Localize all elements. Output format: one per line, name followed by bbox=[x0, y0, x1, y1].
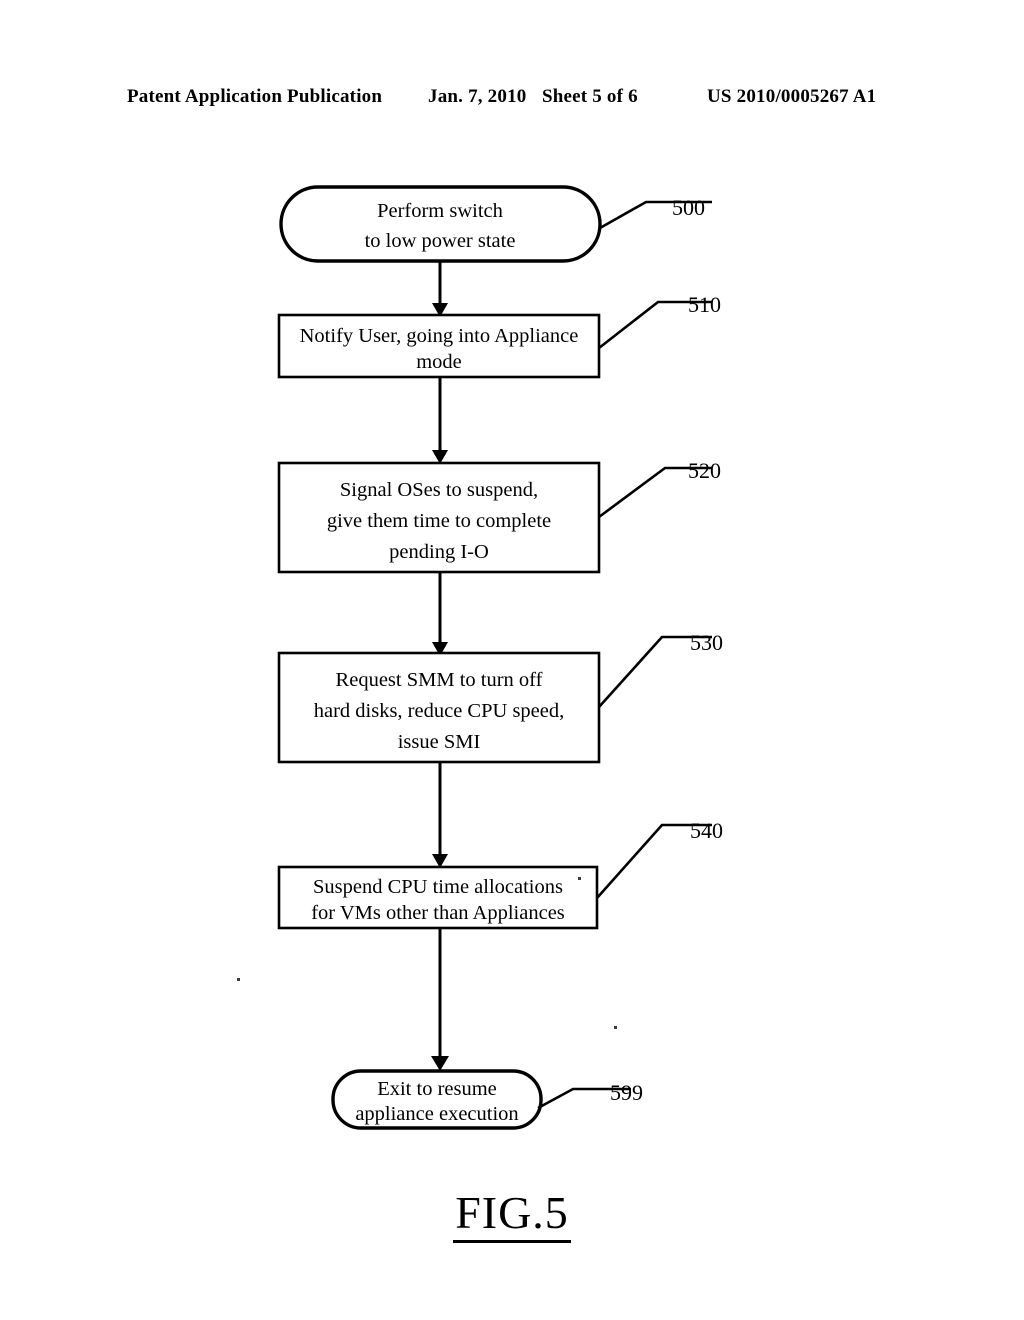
ref-number-520: 520 bbox=[688, 458, 721, 483]
connector-500-510 bbox=[432, 261, 448, 317]
flow-node-520: Signal OSes to suspend, give them time t… bbox=[277, 461, 601, 574]
scan-speck-left bbox=[237, 978, 240, 981]
ref-number-599: 599 bbox=[610, 1080, 643, 1105]
flow-node-500: Perform switch to low power state bbox=[279, 185, 602, 263]
node-599-line-1: Exit to resume bbox=[377, 1078, 497, 1100]
leader-500: 500 bbox=[599, 195, 712, 230]
node-540-line-2: for VMs other than Appliances bbox=[311, 902, 565, 924]
connector-510-520 bbox=[432, 377, 448, 464]
connector-540-599-arrowhead bbox=[431, 1056, 449, 1071]
scan-speck-mid bbox=[578, 877, 581, 880]
node-500-line-1: Perform switch bbox=[377, 200, 503, 222]
ref-number-500: 500 bbox=[672, 195, 705, 220]
ref-number-510: 510 bbox=[688, 292, 721, 317]
node-520-line-3: pending I-O bbox=[389, 541, 489, 563]
flow-node-510: Notify User, going into Appliance mode bbox=[277, 313, 601, 379]
node-520-line-1: Signal OSes to suspend, bbox=[340, 479, 538, 501]
node-510-line-1: Notify User, going into Appliance bbox=[300, 325, 579, 347]
connector-530-540 bbox=[432, 762, 448, 868]
flowchart: Perform switch to low power state 500 No… bbox=[0, 0, 1024, 1320]
flow-node-530: Request SMM to turn off hard disks, redu… bbox=[277, 651, 601, 764]
leader-520: 520 bbox=[598, 458, 721, 519]
node-500-line-2: to low power state bbox=[365, 230, 516, 252]
leader-530: 530 bbox=[598, 630, 723, 708]
patent-page: Patent Application Publication Jan. 7, 2… bbox=[0, 0, 1024, 1320]
scan-speck-right bbox=[614, 1026, 617, 1029]
node-540-line-1: Suspend CPU time allocations bbox=[313, 876, 563, 898]
node-520-line-2: give them time to complete bbox=[327, 510, 551, 532]
node-530-line-1: Request SMM to turn off bbox=[336, 669, 543, 691]
node-530-line-3: issue SMI bbox=[398, 731, 481, 753]
flow-node-540: Suspend CPU time allocations for VMs oth… bbox=[277, 865, 599, 930]
node-510-line-2: mode bbox=[416, 351, 462, 373]
connector-540-599 bbox=[431, 928, 449, 1071]
leader-599: 599 bbox=[537, 1080, 643, 1110]
figure-caption-wrap: FIG.5 bbox=[0, 1186, 1024, 1243]
leader-510: 510 bbox=[598, 292, 721, 350]
node-530-line-2: hard disks, reduce CPU speed, bbox=[314, 700, 565, 722]
ref-number-540: 540 bbox=[690, 818, 723, 843]
leader-540: 540 bbox=[596, 818, 723, 899]
ref-number-530: 530 bbox=[690, 630, 723, 655]
flow-node-599: Exit to resume appliance execution bbox=[331, 1069, 543, 1130]
node-599-line-2: appliance execution bbox=[355, 1103, 518, 1125]
connector-520-530 bbox=[432, 572, 448, 656]
figure-caption: FIG.5 bbox=[453, 1188, 571, 1243]
